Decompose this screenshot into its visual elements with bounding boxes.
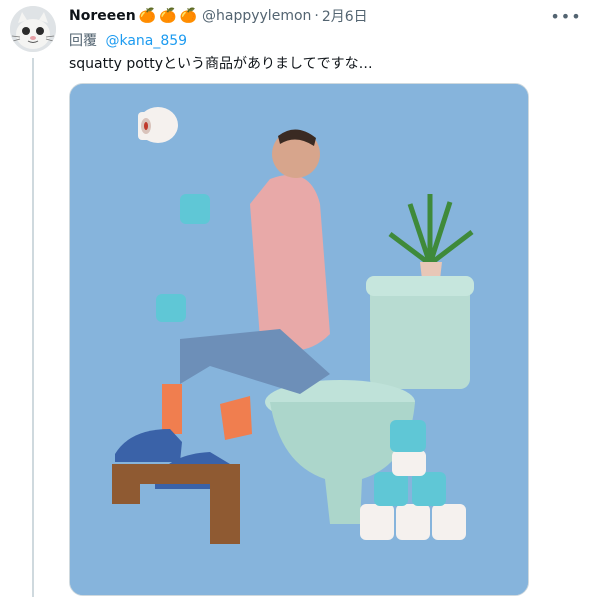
tweet-date[interactable]: 2月6日 <box>322 6 368 26</box>
orange-emoji-icon: 🍊 <box>138 8 157 24</box>
tweet-media-photo[interactable] <box>69 83 529 596</box>
tweet-text: squatty pottyという商品がありましてですな… <box>69 56 373 72</box>
reply-label: 回覆 <box>69 33 97 49</box>
avatar[interactable] <box>10 6 56 52</box>
reply-mention-link[interactable]: @kana_859 <box>105 33 187 49</box>
tweet[interactable]: Noreeen 🍊 🍊 🍊 @happyylemon · 2月6日 ••• 回覆… <box>0 0 590 597</box>
more-options-button[interactable]: ••• <box>550 5 582 27</box>
separator-dot: · <box>314 8 319 24</box>
photo-illustration <box>70 84 528 595</box>
thread-line <box>32 58 34 597</box>
cat-avatar-icon <box>10 6 56 52</box>
reply-context: 回覆 @kana_859 <box>69 30 187 50</box>
display-name[interactable]: Noreeen <box>69 8 136 24</box>
orange-emoji-icon: 🍊 <box>179 8 198 24</box>
more-icon: ••• <box>550 6 582 26</box>
user-handle[interactable]: @happyylemon <box>202 8 311 24</box>
tweet-header: Noreeen 🍊 🍊 🍊 @happyylemon · 2月6日 <box>69 6 550 26</box>
orange-emoji-icon: 🍊 <box>159 8 177 24</box>
toilet-paper-roll-icon <box>138 107 178 143</box>
